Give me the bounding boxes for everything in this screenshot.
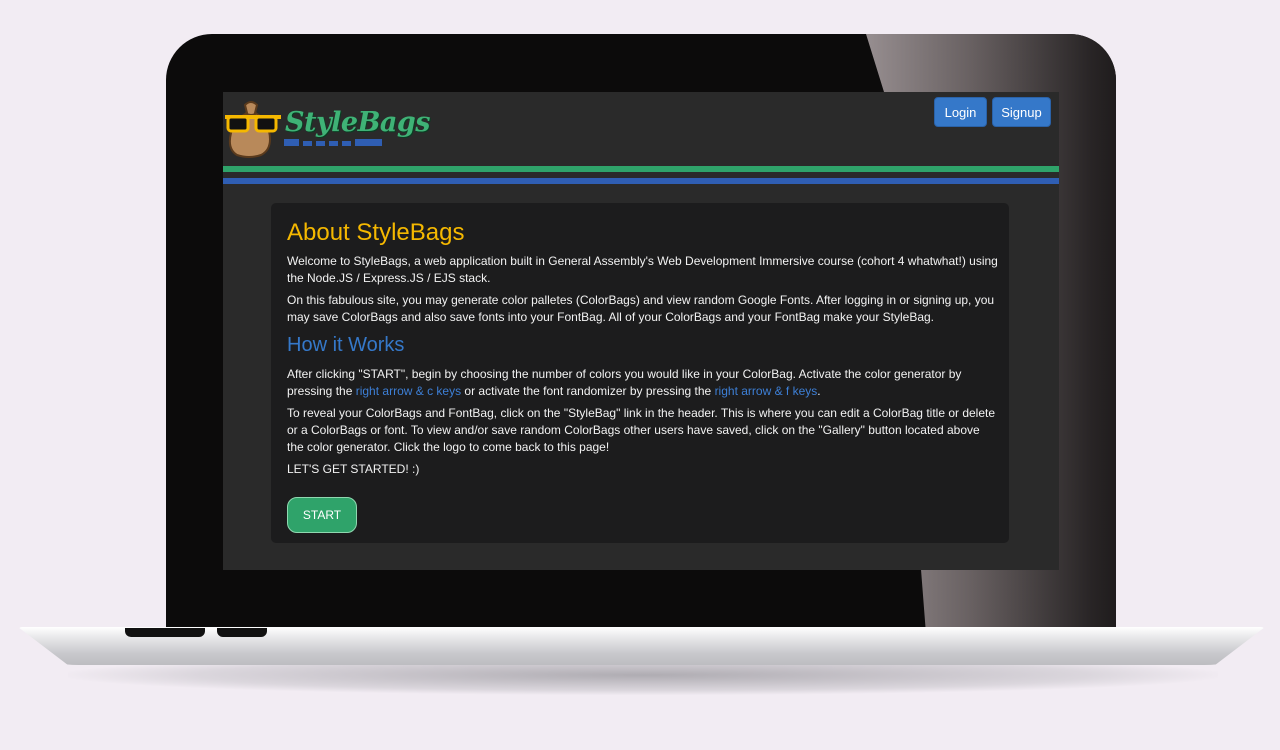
site-logo[interactable]: StyleBags	[225, 95, 431, 161]
laptop-hinge-right	[217, 628, 267, 637]
logo-text: StyleBags	[285, 107, 431, 138]
signup-button[interactable]: Signup	[992, 97, 1051, 127]
font-keys-hint: right arrow & f keys	[714, 384, 818, 398]
app-screen: StyleBags Login Signup About StyleBags W…	[223, 92, 1059, 570]
laptop-hinge-left	[125, 628, 205, 637]
how-paragraph-3: LET'S GET STARTED! :)	[287, 462, 420, 476]
how-p1-text-2: or activate the font randomizer by press…	[461, 384, 715, 398]
how-paragraph-1: After clicking "START", begin by choosin…	[287, 366, 999, 400]
about-title: About StyleBags	[287, 219, 465, 246]
how-p1-text-3: .	[817, 384, 821, 398]
how-it-works-title: How it Works	[287, 334, 405, 356]
color-keys-hint: right arrow & c keys	[355, 384, 462, 398]
laptop-base	[18, 627, 1265, 665]
header-stripe-green	[223, 166, 1059, 172]
about-paragraph-1: Welcome to StyleBags, a web application …	[287, 254, 998, 285]
start-button[interactable]: START	[287, 497, 357, 533]
header-stripe-blue	[223, 178, 1059, 184]
site-header: StyleBags Login Signup	[223, 92, 1059, 166]
how-paragraph-2: To reveal your ColorBags and FontBag, cl…	[287, 406, 996, 454]
laptop-mockup: StyleBags Login Signup About StyleBags W…	[0, 0, 1280, 750]
about-card: About StyleBags Welcome to StyleBags, a …	[271, 203, 1009, 543]
login-button[interactable]: Login	[934, 97, 987, 127]
about-paragraph-2: On this fabulous site, you may generate …	[287, 293, 995, 324]
